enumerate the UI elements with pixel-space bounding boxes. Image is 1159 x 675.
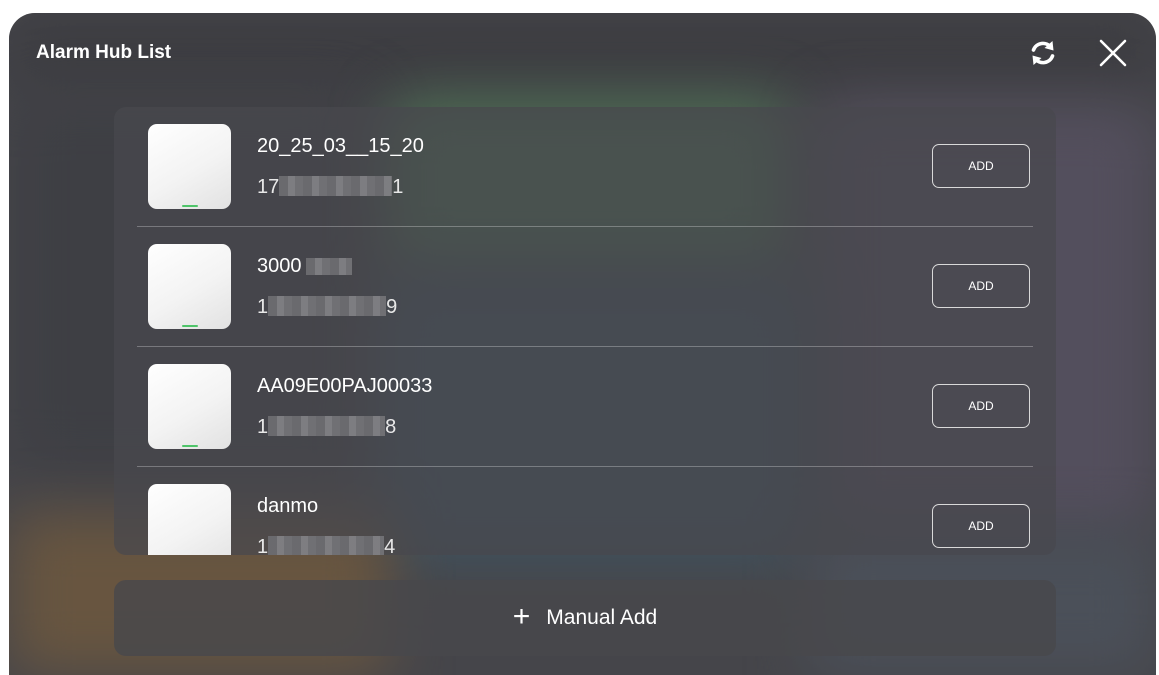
hub-name: 20_25_03__15_20 bbox=[257, 135, 424, 157]
hub-name-text: 3000 bbox=[257, 255, 302, 277]
hub-serial: 14 bbox=[257, 536, 395, 555]
redacted-mask bbox=[268, 536, 385, 555]
serial-end: 1 bbox=[392, 176, 404, 198]
add-button[interactable]: ADD bbox=[932, 264, 1030, 308]
serial-end: 8 bbox=[385, 416, 397, 438]
led-indicator bbox=[182, 445, 198, 447]
hub-list[interactable]: 20_25_03__15_20 17 1 ADD 3000 19 ADD AA09… bbox=[114, 107, 1056, 555]
hub-serial: 17 1 bbox=[257, 176, 403, 199]
serial-end: 9 bbox=[386, 296, 398, 318]
hub-name: 3000 bbox=[257, 255, 352, 278]
hub-name: AA09E00PAJ00033 bbox=[257, 375, 433, 397]
hub-serial: 18 bbox=[257, 416, 396, 439]
add-button[interactable]: ADD bbox=[932, 504, 1030, 548]
add-button[interactable]: ADD bbox=[932, 384, 1030, 428]
serial-start: 1 bbox=[257, 296, 269, 318]
hub-list-item: danmo 14 ADD bbox=[137, 467, 1033, 555]
hub-serial: 19 bbox=[257, 296, 397, 319]
page-title: Alarm Hub List bbox=[36, 42, 172, 63]
serial-start: 1 bbox=[257, 536, 269, 555]
plus-icon: + bbox=[512, 599, 531, 633]
led-indicator bbox=[182, 325, 198, 327]
redacted-mask bbox=[279, 176, 393, 196]
hub-list-item: AA09E00PAJ00033 18 ADD bbox=[137, 347, 1033, 467]
led-indicator bbox=[182, 205, 198, 207]
hub-thumbnail bbox=[148, 484, 231, 555]
hub-list-item: 20_25_03__15_20 17 1 ADD bbox=[137, 107, 1033, 227]
redacted-mask bbox=[268, 416, 386, 436]
serial-start: 17 bbox=[257, 176, 280, 198]
redacted-mask bbox=[268, 296, 387, 316]
alarm-hub-list-dialog: Alarm Hub List 20_25_03__15_20 17 1 ADD 3… bbox=[9, 13, 1156, 675]
serial-end: 4 bbox=[384, 536, 396, 555]
add-button[interactable]: ADD bbox=[932, 144, 1030, 188]
hub-thumbnail bbox=[148, 244, 231, 329]
redacted-mask bbox=[305, 258, 352, 275]
hub-thumbnail bbox=[148, 124, 231, 209]
hub-list-item: 3000 19 ADD bbox=[137, 227, 1033, 347]
hub-thumbnail bbox=[148, 364, 231, 449]
manual-add-label: Manual Add bbox=[546, 606, 658, 629]
close-icon[interactable] bbox=[1095, 35, 1131, 71]
hub-name: danmo bbox=[257, 495, 319, 517]
serial-start: 1 bbox=[257, 416, 269, 438]
refresh-icon[interactable] bbox=[1025, 35, 1061, 71]
manual-add-button[interactable]: + Manual Add bbox=[114, 580, 1056, 656]
